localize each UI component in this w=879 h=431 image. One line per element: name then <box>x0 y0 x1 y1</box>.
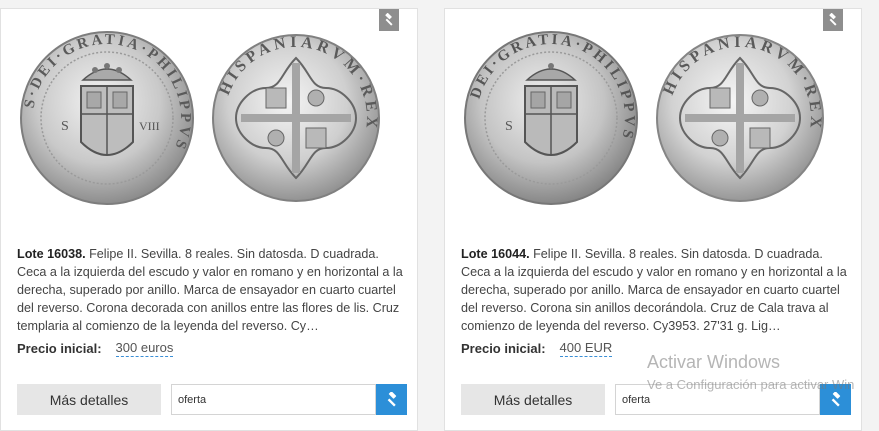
svg-text:S: S <box>505 119 513 134</box>
price-value[interactable]: 300 euros <box>115 340 174 357</box>
lot-number: Lote 16044. <box>461 247 530 261</box>
bid-button[interactable] <box>820 384 851 415</box>
lot-description: Lote 16044. Felipe II. Sevilla. 8 reales… <box>461 245 849 335</box>
svg-text:VIII: VIII <box>139 119 160 133</box>
lot-card: S·DEI·GRATIA·PHILIPPVS S VIII HISPANIARV… <box>0 8 418 431</box>
coin-obverse-image: S·DEI·GRATIA·PHILIPPVS S VIII <box>20 31 194 205</box>
details-button[interactable]: Más detalles <box>17 384 161 415</box>
price-label: Precio inicial: <box>461 341 546 356</box>
details-button[interactable]: Más detalles <box>461 384 605 415</box>
svg-text:S: S <box>61 119 69 134</box>
bid-button[interactable] <box>376 384 407 415</box>
lot-number: Lote 16038. <box>17 247 86 261</box>
bid-input[interactable] <box>171 384 376 415</box>
price-value[interactable]: 400 EUR <box>559 340 613 357</box>
price-row: Precio inicial: 400 EUR <box>461 340 613 357</box>
price-row: Precio inicial: 300 euros <box>17 340 174 357</box>
gavel-icon <box>831 391 840 407</box>
coin-reverse-image: HISPANIARVM·REX <box>656 34 824 202</box>
coin-images: S·DEI·GRATIA·PHILIPPVS S VIII HISPANIARV… <box>1 9 417 239</box>
gavel-icon <box>387 391 396 407</box>
lot-card: DEI·GRATIA·PHILIPPVS S HISPANIARVM·REX L… <box>444 8 862 431</box>
lot-description: Lote 16038. Felipe II. Sevilla. 8 reales… <box>17 245 405 335</box>
price-label: Precio inicial: <box>17 341 102 356</box>
coin-images: DEI·GRATIA·PHILIPPVS S HISPANIARVM·REX <box>445 9 861 239</box>
bid-input[interactable] <box>615 384 820 415</box>
coin-obverse-image: DEI·GRATIA·PHILIPPVS S <box>464 31 638 205</box>
coin-reverse-image: HISPANIARVM·REX <box>212 34 380 202</box>
